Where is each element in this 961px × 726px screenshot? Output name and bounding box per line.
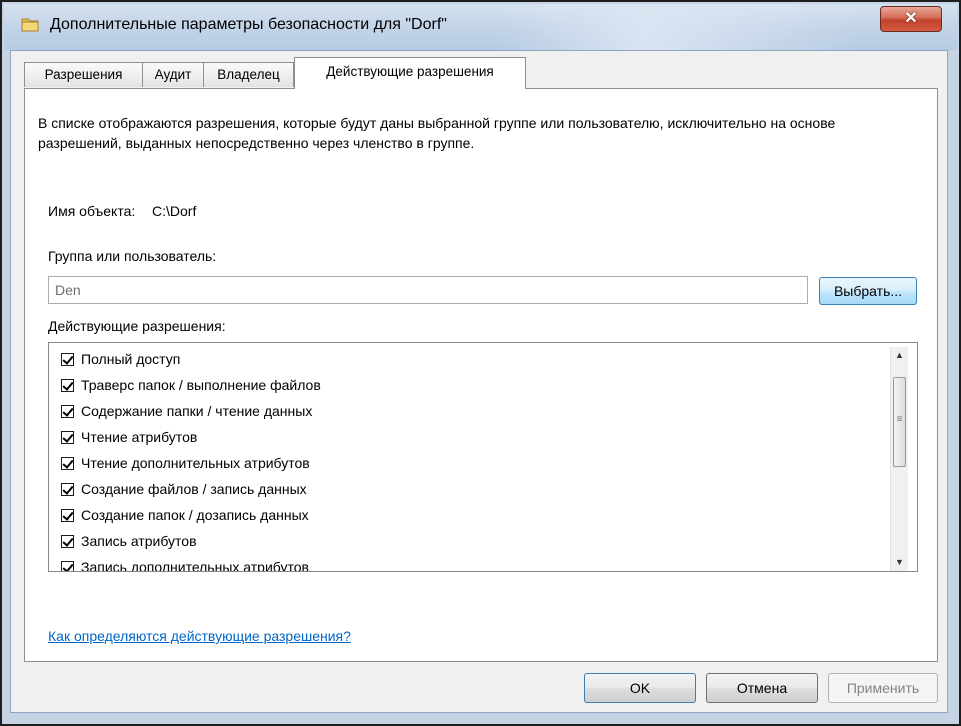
permission-label: Траверс папок / выполнение файлов (81, 377, 321, 393)
permission-item[interactable]: Полный доступ (61, 348, 180, 372)
ok-button[interactable]: OK (584, 673, 696, 703)
permission-label: Чтение атрибутов (81, 429, 198, 445)
folder-icon (21, 18, 39, 32)
close-button[interactable]: ✕ (880, 6, 942, 32)
checkbox-checked-icon[interactable] (61, 535, 74, 548)
checkbox-checked-icon[interactable] (61, 509, 74, 522)
tab-permissions[interactable]: Разрешения (24, 62, 143, 87)
title-bar-glass (500, 4, 860, 50)
group-or-user-field[interactable]: Den (48, 276, 808, 304)
permission-item[interactable]: Создание файлов / запись данных (61, 478, 307, 502)
tab-owner[interactable]: Владелец (203, 62, 294, 87)
permission-item[interactable]: Чтение дополнительных атрибутов (61, 452, 310, 476)
permission-item[interactable]: Траверс папок / выполнение файлов (61, 374, 321, 398)
permission-item[interactable]: Запись атрибутов (61, 530, 197, 554)
select-button[interactable]: Выбрать... (819, 277, 917, 305)
tab-effective-permissions[interactable]: Действующие разрешения (294, 57, 526, 89)
permission-item[interactable]: Запись дополнительных атрибутов (61, 556, 309, 572)
cancel-button[interactable]: Отмена (706, 673, 818, 703)
permission-item[interactable]: Содержание папки / чтение данных (61, 400, 312, 424)
permission-item[interactable]: Чтение атрибутов (61, 426, 197, 450)
permission-label: Запись атрибутов (81, 533, 197, 549)
scroll-down-icon[interactable]: ▼ (891, 554, 908, 570)
vertical-scrollbar[interactable]: ▲ ≡ ▼ (890, 347, 908, 571)
permission-label: Запись дополнительных атрибутов (81, 559, 309, 572)
apply-button[interactable]: Применить (828, 673, 938, 703)
object-name-label: Имя объекта: (48, 203, 136, 219)
checkbox-checked-icon[interactable] (61, 483, 74, 496)
permission-label: Полный доступ (81, 351, 181, 367)
effective-permissions-list[interactable]: Полный доступ Траверс папок / выполнение… (48, 342, 918, 572)
effective-permissions-label: Действующие разрешения: (48, 318, 226, 334)
checkbox-checked-icon[interactable] (61, 405, 74, 418)
window-title: Дополнительные параметры безопасности дл… (50, 16, 447, 33)
checkbox-checked-icon[interactable] (61, 353, 74, 366)
help-link[interactable]: Как определяются действующие разрешения? (48, 628, 351, 644)
grip-icon: ≡ (896, 414, 903, 425)
object-name-value: C:\Dorf (152, 203, 197, 219)
checkbox-checked-icon[interactable] (61, 431, 74, 444)
description-text: В списке отображаются разрешения, которы… (38, 115, 836, 151)
scroll-thumb[interactable]: ≡ (893, 377, 906, 467)
permission-label: Чтение дополнительных атрибутов (81, 455, 310, 471)
permission-item[interactable]: Создание папок / дозапись данных (61, 504, 309, 528)
group-or-user-label: Группа или пользователь: (48, 248, 217, 264)
close-icon: ✕ (904, 10, 918, 27)
checkbox-checked-icon[interactable] (61, 561, 74, 571)
permission-label: Создание файлов / запись данных (81, 481, 307, 497)
permission-label: Содержание папки / чтение данных (81, 403, 313, 419)
tab-audit[interactable]: Аудит (142, 62, 204, 87)
permission-label: Создание папок / дозапись данных (81, 507, 309, 523)
checkbox-checked-icon[interactable] (61, 379, 74, 392)
checkbox-checked-icon[interactable] (61, 457, 74, 470)
scroll-up-icon[interactable]: ▲ (891, 347, 908, 363)
